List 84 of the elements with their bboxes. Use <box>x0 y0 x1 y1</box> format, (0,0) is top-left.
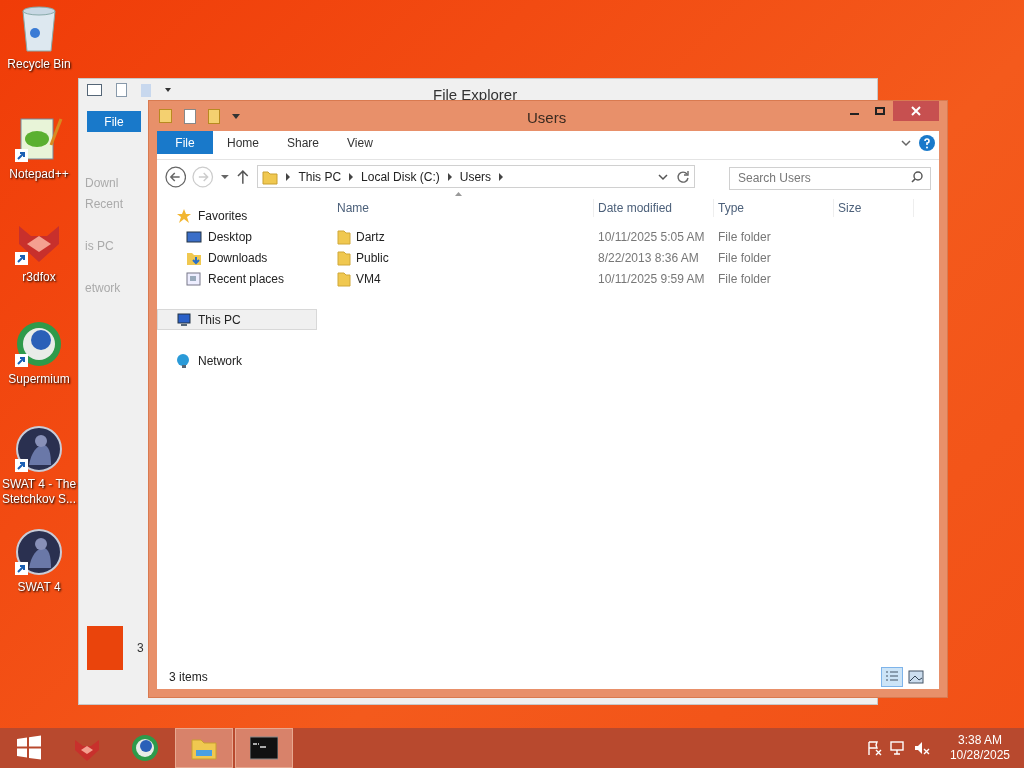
shortcut-notepad-icon <box>15 115 63 163</box>
document-icon <box>116 83 127 97</box>
minimize-icon <box>849 113 859 115</box>
network-icon <box>889 740 906 756</box>
view-toggle[interactable] <box>881 667 903 687</box>
search-field[interactable]: Search Users <box>729 166 931 190</box>
search-icon <box>911 171 923 183</box>
breadcrumb-item[interactable]: Users <box>459 167 492 186</box>
chevron-icon <box>285 172 292 181</box>
dropdown-icon <box>219 172 230 181</box>
dropdown-icon <box>232 113 240 119</box>
windows-logo-icon <box>15 734 43 762</box>
nav-item[interactable]: Recent places <box>157 268 317 289</box>
file-tab[interactable]: File <box>157 131 213 154</box>
column-header[interactable]: Name <box>333 199 594 217</box>
up-icon <box>235 168 250 185</box>
chevron-icon <box>348 172 355 181</box>
dropdown-icon <box>165 88 171 92</box>
status-text: 3 <box>137 640 144 657</box>
date-cell-text: 10/11/2025 9:59 AM <box>597 270 706 288</box>
ribbon-tab[interactable]: Share <box>273 133 334 152</box>
icon-label[interactable]: Recycle Bin <box>0 57 78 72</box>
window-title: Users <box>527 108 567 128</box>
taskbar-button[interactable] <box>235 728 293 768</box>
chevron-icon <box>498 172 505 181</box>
close-button[interactable] <box>893 101 939 121</box>
expand-ribbon-icon <box>901 138 911 147</box>
ribbon-tab[interactable]: Home <box>213 133 273 152</box>
document-icon <box>184 108 196 124</box>
icon-label[interactable]: Notepad++ <box>0 167 78 182</box>
globe-icon <box>176 352 192 369</box>
nav-item[interactable]: Desktop <box>157 226 317 247</box>
file-name[interactable]: Dartz <box>356 227 385 246</box>
clock-time[interactable]: 3:38 AM <box>957 733 1002 748</box>
forward-icon <box>192 165 214 188</box>
shortcut-globe-icon <box>15 320 63 368</box>
window-title: File Explorer <box>433 85 518 105</box>
type-cell-text: File folder <box>717 228 772 246</box>
item-count: 3 items <box>169 669 208 686</box>
type-cell-text: File folder <box>717 270 772 288</box>
file-name[interactable]: Public <box>356 248 389 267</box>
breadcrumb-item[interactable]: This PC <box>298 167 342 186</box>
flag-icon <box>865 740 882 756</box>
clock-date[interactable]: 10/28/2025 <box>949 748 1010 763</box>
computer-icon <box>176 311 192 328</box>
terminal-icon <box>250 734 278 762</box>
shortcut-soldier-icon <box>15 528 63 576</box>
maximize-icon <box>875 107 885 115</box>
type-cell-text: File folder <box>717 249 772 267</box>
icon-label[interactable]: r3dfox <box>0 270 78 285</box>
large-icons-view-icon <box>906 667 926 687</box>
view-toggle[interactable] <box>905 667 927 687</box>
icon-label[interactable]: Supermium <box>0 372 78 387</box>
date-cell-text: 8/22/2013 8:36 AM <box>597 249 700 267</box>
address-bar[interactable]: This PC Local Disk (C:) Users <box>257 165 695 188</box>
sort-arrow-icon <box>455 192 462 196</box>
taskbar-tile <box>87 626 123 670</box>
date-cell-text: 10/11/2025 5:05 AM <box>597 228 706 246</box>
icon-label[interactable]: SWAT 4 <box>0 580 78 595</box>
nav-item[interactable]: Favorites <box>157 205 317 226</box>
window-icon <box>87 84 102 96</box>
column-header[interactable]: Date modified <box>594 199 714 217</box>
file-tab[interactable]: File <box>87 111 141 132</box>
column-header[interactable]: Type <box>714 199 834 217</box>
icon-label[interactable]: SWAT 4 - The Stetchkov S... <box>0 477 78 507</box>
close-icon <box>911 106 921 116</box>
speaker-muted-icon <box>913 740 930 756</box>
nav-item[interactable]: This PC <box>157 309 317 330</box>
shortcut-soldier-icon <box>15 425 63 473</box>
ribbon-tab[interactable]: View <box>333 133 387 152</box>
help-icon <box>919 134 935 151</box>
dropdown-icon <box>658 172 668 181</box>
refresh-icon <box>676 169 690 184</box>
file-name[interactable]: VM4 <box>356 269 381 288</box>
nav-item[interactable]: Network <box>157 350 317 371</box>
star-icon <box>176 207 192 224</box>
chevron-icon <box>446 172 453 181</box>
globe-icon <box>131 734 159 762</box>
nav-item[interactable]: Downloads <box>157 247 317 268</box>
window-icon <box>186 270 202 287</box>
desktop-icon <box>186 228 202 245</box>
breadcrumb-item[interactable]: Local Disk (C:) <box>361 167 440 186</box>
column-header[interactable]: Size <box>834 199 914 217</box>
back-icon <box>165 165 187 188</box>
